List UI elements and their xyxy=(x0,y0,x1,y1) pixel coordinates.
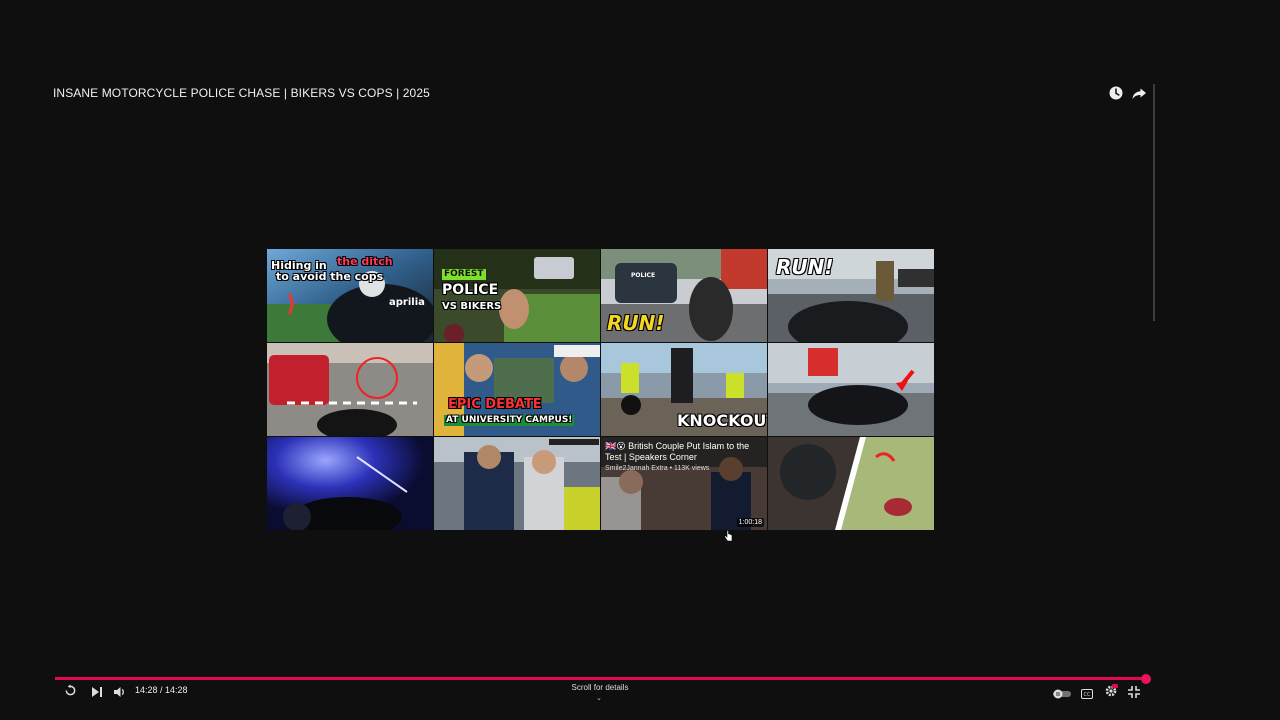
thumbnail-caption: POLICE xyxy=(631,272,656,279)
progress-scrubber[interactable] xyxy=(1141,674,1151,684)
volume-icon[interactable] xyxy=(114,685,127,703)
thumbnail-caption: AT UNIVERSITY CAMPUS! xyxy=(444,415,575,426)
thumbnail-caption: EPIC DEBATE xyxy=(448,397,542,412)
endscreen-video-tile[interactable]: Hiding in the ditch to avoid the cops ap… xyxy=(267,249,433,342)
video-thumbnail xyxy=(768,343,934,436)
video-duration: 1:00:18 xyxy=(736,518,764,527)
scroll-for-details[interactable]: Scroll for details xyxy=(560,683,640,692)
endscreen-video-tile[interactable] xyxy=(267,343,433,436)
hover-video-meta: Smile2Jannah Extra • 113K views xyxy=(605,465,710,472)
subtitles-icon[interactable]: CC xyxy=(1081,686,1093,704)
time-display: 14:28 / 14:28 xyxy=(135,685,188,695)
watch-later-icon[interactable] xyxy=(1108,85,1124,101)
thumbnail-caption: RUN! xyxy=(607,311,665,335)
video-title: INSANE MOTORCYCLE POLICE CHASE | BIKERS … xyxy=(53,86,430,100)
endscreen-video-tile-hovered[interactable]: 🇬🇧😮 British Couple Put Islam to the Test… xyxy=(601,437,767,530)
endscreen-video-tile[interactable] xyxy=(768,343,934,436)
progress-bar[interactable] xyxy=(55,677,1146,680)
mouse-cursor-icon xyxy=(724,529,733,547)
side-scrollbar[interactable] xyxy=(1153,84,1155,321)
hover-video-title: 🇬🇧😮 British Couple Put Islam to the Test… xyxy=(605,441,750,462)
video-thumbnail xyxy=(267,343,433,436)
thumbnail-caption: RUN! xyxy=(776,255,834,279)
endscreen-video-tile[interactable]: EPIC DEBATE AT UNIVERSITY CAMPUS! xyxy=(434,343,600,436)
svg-text:CC: CC xyxy=(1084,692,1091,698)
video-thumbnail xyxy=(267,437,433,530)
replay-icon[interactable] xyxy=(64,684,77,702)
endscreen-video-tile[interactable] xyxy=(267,437,433,530)
video-thumbnail xyxy=(434,437,600,530)
next-video-icon[interactable] xyxy=(91,685,103,703)
autoplay-toggle-icon[interactable] xyxy=(1053,686,1071,704)
thumbnail-caption: POLICE xyxy=(442,282,499,298)
video-thumbnail xyxy=(768,437,934,530)
hover-video-info: 🇬🇧😮 British Couple Put Islam to the Test… xyxy=(605,441,759,474)
endscreen-video-tile[interactable] xyxy=(434,437,600,530)
thumbnail-caption: to avoid the cops xyxy=(276,270,384,283)
endscreen-video-tile[interactable] xyxy=(768,437,934,530)
video-player[interactable]: INSANE MOTORCYCLE POLICE CHASE | BIKERS … xyxy=(0,0,1280,720)
thumbnail-caption: aprilia xyxy=(389,297,425,308)
endscreen-video-tile[interactable]: KNOCKOUT! xyxy=(601,343,767,436)
endscreen-video-tile[interactable]: POLICE RUN! xyxy=(601,249,767,342)
settings-gear-icon[interactable] xyxy=(1104,684,1118,703)
thumbnail-caption: FOREST xyxy=(442,269,486,280)
share-icon[interactable] xyxy=(1131,85,1147,101)
exit-fullscreen-icon[interactable] xyxy=(1128,685,1140,703)
thumbnail-caption: KNOCKOUT! xyxy=(677,411,767,430)
thumbnail-caption: the ditch xyxy=(337,255,393,268)
endscreen-grid: Hiding in the ditch to avoid the cops ap… xyxy=(267,249,935,532)
thumbnail-caption: VS BIKERS xyxy=(442,301,502,312)
endscreen-video-tile[interactable]: FOREST POLICE VS BIKERS xyxy=(434,249,600,342)
chevron-down-icon[interactable]: ⌄ xyxy=(596,694,602,702)
endscreen-video-tile[interactable]: RUN! xyxy=(768,249,934,342)
